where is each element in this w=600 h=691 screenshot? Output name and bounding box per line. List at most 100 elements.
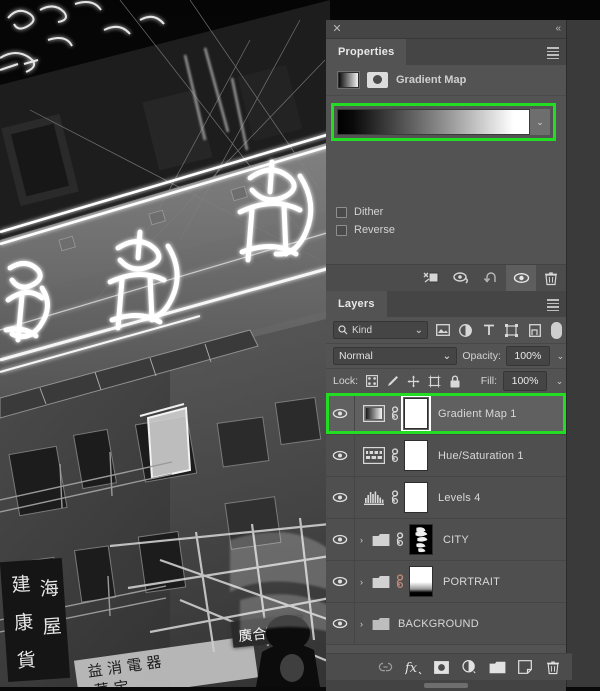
- gradient-picker-highlight: ⌄: [331, 103, 556, 141]
- collapse-panel-icon[interactable]: «: [555, 22, 561, 35]
- tab-layers-label: Layers: [338, 298, 375, 310]
- close-icon[interactable]: ✕: [331, 23, 343, 35]
- delete-adjustment-icon[interactable]: [536, 265, 566, 291]
- shape-filter-icon[interactable]: [503, 322, 520, 339]
- fill-input[interactable]: 100%: [503, 371, 548, 391]
- filter-kind-select[interactable]: Kind ⌄: [333, 321, 428, 339]
- link-mask-icon[interactable]: [394, 574, 405, 589]
- layer-style-fx-icon[interactable]: fx: [400, 654, 426, 680]
- layer-mask-thumbnail[interactable]: [409, 566, 433, 597]
- search-icon: [338, 325, 348, 335]
- layers-panel-menu-icon[interactable]: [547, 299, 559, 311]
- properties-footer: [326, 264, 566, 291]
- chevron-right-icon[interactable]: ›: [360, 619, 370, 629]
- link-mask-icon[interactable]: [389, 406, 400, 421]
- type-filter-icon[interactable]: [480, 322, 497, 339]
- layer-visibility-toggle[interactable]: [326, 435, 355, 476]
- layer-mask-thumbnail[interactable]: [404, 482, 428, 513]
- levels-icon: [363, 489, 385, 506]
- reverse-label: Reverse: [354, 224, 395, 236]
- chevron-right-icon[interactable]: ›: [360, 535, 370, 545]
- layer-visibility-toggle[interactable]: [326, 477, 355, 518]
- new-adjustment-layer-icon[interactable]: [456, 654, 482, 680]
- view-previous-state-icon[interactable]: [446, 265, 476, 291]
- lock-label: Lock:: [333, 375, 359, 387]
- folder-icon: [372, 533, 390, 547]
- fill-label: Fill:: [480, 375, 498, 387]
- layers-panel: Kind ⌄ Normal ⌄ Opacity: 100% ⌄ Lock: Fi…: [326, 317, 572, 691]
- layer-mask-thumbnail[interactable]: [401, 395, 431, 432]
- blend-mode-value: Normal: [339, 350, 373, 362]
- tab-properties[interactable]: Properties: [326, 39, 407, 65]
- tab-layers[interactable]: Layers: [326, 291, 387, 317]
- lock-position-icon[interactable]: [406, 374, 421, 389]
- layer-row-gradient-map-1[interactable]: Gradient Map 1: [326, 393, 566, 435]
- layer-name[interactable]: Gradient Map 1: [438, 408, 517, 420]
- reverse-checkbox[interactable]: [336, 224, 347, 236]
- lock-all-icon[interactable]: [448, 374, 463, 389]
- blend-mode-select[interactable]: Normal ⌄: [333, 347, 458, 365]
- lock-image-icon[interactable]: [385, 374, 400, 389]
- chevron-down-icon[interactable]: ⌄: [415, 325, 423, 336]
- fill-stepper-icon[interactable]: ⌄: [553, 376, 566, 387]
- lock-transparency-icon[interactable]: [364, 374, 379, 389]
- add-layer-mask-icon[interactable]: [428, 654, 454, 680]
- properties-panel-menu-icon[interactable]: [547, 47, 559, 59]
- link-mask-icon[interactable]: [394, 532, 405, 547]
- layer-name[interactable]: PORTRAIT: [443, 576, 500, 588]
- layer-mask-thumbnail[interactable]: [404, 440, 428, 471]
- new-group-icon[interactable]: [484, 654, 510, 680]
- delete-layer-icon[interactable]: [540, 654, 566, 680]
- smart-object-filter-icon[interactable]: [526, 322, 543, 339]
- lock-artboard-icon[interactable]: [427, 374, 442, 389]
- layer-row-city[interactable]: › CITY: [326, 519, 566, 561]
- svg-text:建: 建: [11, 573, 32, 596]
- layer-row-background[interactable]: › BACKGROUND: [326, 603, 566, 645]
- layer-row-portrait[interactable]: › PORTRAIT: [326, 561, 566, 603]
- link-mask-icon[interactable]: [389, 448, 400, 463]
- gradient-preview[interactable]: [337, 109, 530, 135]
- dither-checkbox-row[interactable]: Dither: [336, 206, 383, 218]
- scrollbar-thumb[interactable]: [424, 683, 468, 688]
- layer-filter-row: Kind ⌄: [326, 317, 566, 344]
- layer-mask-thumbnail[interactable]: [409, 524, 433, 555]
- reverse-checkbox-row[interactable]: Reverse: [336, 224, 395, 236]
- filter-enable-toggle[interactable]: [551, 321, 562, 339]
- layer-list: Gradient Map 1 Hue/Saturation 1 Levels 4…: [326, 393, 566, 645]
- chevron-down-icon[interactable]: ⌄: [443, 350, 452, 362]
- dither-checkbox[interactable]: [336, 206, 347, 218]
- folder-icon: [372, 617, 390, 631]
- link-mask-icon[interactable]: [389, 490, 400, 505]
- adjustment-title: Gradient Map: [396, 74, 467, 86]
- layer-row-hue-saturation-1[interactable]: Hue/Saturation 1: [326, 435, 566, 477]
- opacity-input[interactable]: 100%: [505, 346, 550, 366]
- svg-text:康: 康: [13, 611, 34, 634]
- blend-mode-row: Normal ⌄ Opacity: 100% ⌄: [326, 344, 566, 369]
- layer-name[interactable]: BACKGROUND: [398, 618, 479, 630]
- reset-adjustment-icon[interactable]: [476, 265, 506, 291]
- chevron-right-icon[interactable]: ›: [360, 577, 370, 587]
- chevron-down-icon[interactable]: ⌄: [530, 109, 550, 135]
- clip-to-layer-icon[interactable]: [416, 265, 446, 291]
- adjustment-filter-icon[interactable]: [457, 322, 474, 339]
- panel-titlebar: ✕ «: [326, 20, 566, 39]
- layer-visibility-toggle[interactable]: [326, 393, 355, 434]
- svg-text:海: 海: [39, 577, 60, 600]
- link-layers-icon[interactable]: [372, 654, 398, 680]
- layer-visibility-toggle[interactable]: [326, 561, 355, 602]
- tab-properties-label: Properties: [338, 46, 395, 58]
- layer-visibility-toggle[interactable]: [326, 603, 355, 644]
- properties-panel: Gradient Map ⌄ Dither Reverse: [326, 65, 566, 291]
- layer-row-levels-4[interactable]: Levels 4: [326, 477, 566, 519]
- svg-text:屋: 屋: [42, 615, 63, 638]
- layer-name[interactable]: Hue/Saturation 1: [438, 450, 524, 462]
- opacity-stepper-icon[interactable]: ⌄: [555, 351, 566, 362]
- new-layer-icon[interactable]: [512, 654, 538, 680]
- toggle-visibility-icon[interactable]: [506, 265, 536, 291]
- layer-visibility-toggle[interactable]: [326, 519, 355, 560]
- gradient-picker[interactable]: ⌄: [337, 109, 550, 135]
- layer-name[interactable]: Levels 4: [438, 492, 481, 504]
- pixel-filter-icon[interactable]: [434, 322, 451, 339]
- horizontal-scrollbar[interactable]: [326, 680, 566, 691]
- layer-name[interactable]: CITY: [443, 534, 469, 546]
